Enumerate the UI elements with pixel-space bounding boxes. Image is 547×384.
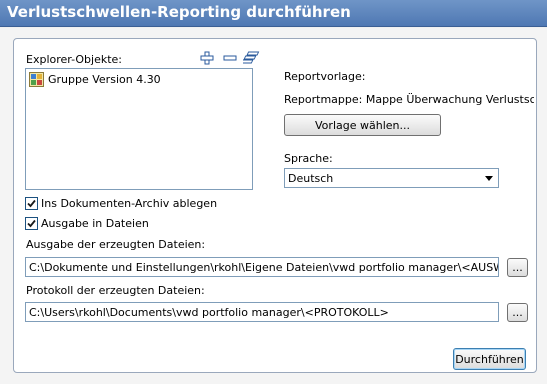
output-label: Ausgabe der erzeugten Dateien: <box>26 238 206 251</box>
explorer-objects-list[interactable]: Gruppe Version 4.30 <box>25 68 253 190</box>
explorer-objects-label: Explorer-Objekte: <box>26 53 122 66</box>
report-template-label: Reportvorlage: <box>284 70 366 83</box>
protocol-browse-button[interactable]: ... <box>507 303 528 322</box>
language-select[interactable]: Deutsch <box>284 168 499 188</box>
output-path-field[interactable]: C:\Dokumente und Einstellungen\rkohl\Eig… <box>25 257 499 277</box>
language-label: Sprache: <box>284 152 333 165</box>
run-button[interactable]: Durchführen <box>453 348 526 370</box>
list-item[interactable]: Gruppe Version 4.30 <box>29 72 161 87</box>
protocol-label: Protokoll der erzeugten Dateien: <box>26 284 205 297</box>
stack-icon[interactable] <box>240 51 261 68</box>
window-title: Verlustschwellen-Reporting durchführen <box>7 3 351 21</box>
group-icon <box>29 72 44 87</box>
protocol-path-field[interactable]: C:\Users\rkohl\Documents\vwd portfolio m… <box>25 302 499 322</box>
chevron-down-icon <box>485 176 493 181</box>
protocol-path-value: C:\Users\rkohl\Documents\vwd portfolio m… <box>29 305 389 319</box>
files-option[interactable]: Ausgabe in Dateien <box>25 217 149 230</box>
choose-template-button[interactable]: Vorlage wählen... <box>284 114 441 136</box>
output-browse-button[interactable]: ... <box>507 258 528 277</box>
title-bar: Verlustschwellen-Reporting durchführen <box>0 0 547 27</box>
add-icon[interactable] <box>200 51 214 68</box>
archive-checkbox[interactable] <box>25 197 38 210</box>
output-path-value: C:\Dokumente und Einstellungen\rkohl\Eig… <box>29 260 498 274</box>
language-select-value: Deutsch <box>288 171 334 185</box>
archive-option[interactable]: Ins Dokumenten-Archiv ablegen <box>25 197 217 210</box>
report-folder-label: Reportmappe: Mappe Überwachung Verlustsc… <box>284 93 534 106</box>
archive-label: Ins Dokumenten-Archiv ablegen <box>41 197 218 210</box>
files-label: Ausgabe in Dateien <box>41 217 149 230</box>
list-item-label: Gruppe Version 4.30 <box>48 73 161 86</box>
remove-icon[interactable] <box>223 51 237 68</box>
files-checkbox[interactable] <box>25 217 38 230</box>
